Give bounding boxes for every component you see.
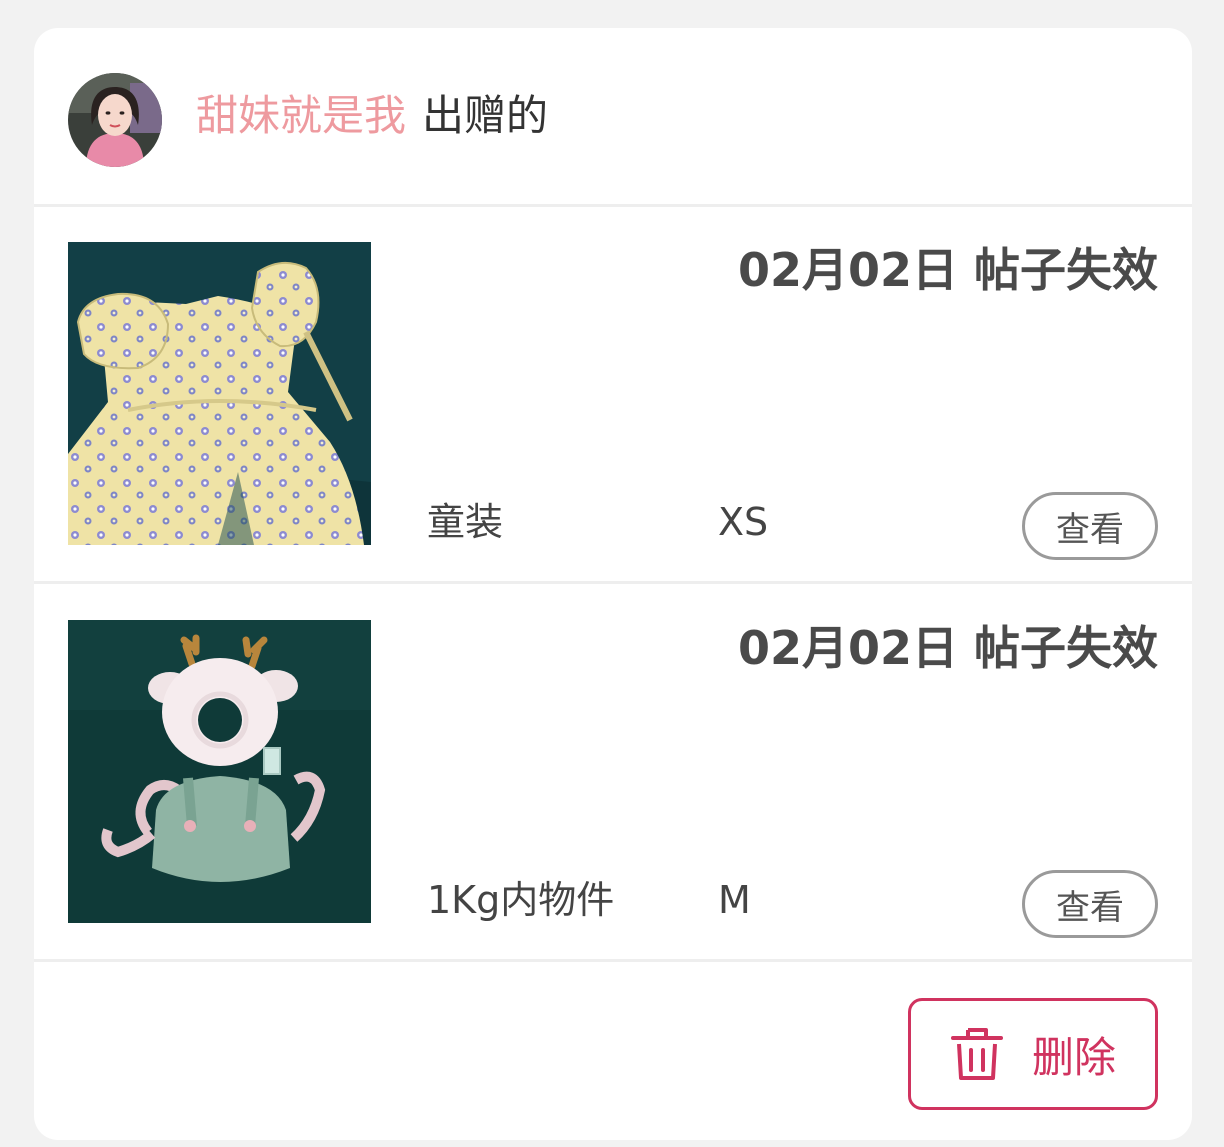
- deer-head-protector-photo-icon: [68, 620, 371, 923]
- item-category: 童装: [427, 500, 504, 544]
- view-button[interactable]: 查看: [1022, 492, 1158, 560]
- item-size: M: [718, 878, 751, 922]
- username-link[interactable]: 甜妹就是我: [196, 91, 406, 140]
- donated-label: 出赠的: [422, 91, 549, 140]
- floral-baby-dress-photo-icon: [68, 242, 371, 545]
- trash-icon: [950, 1028, 1003, 1080]
- donation-header: 甜妹就是我 出赠的: [34, 28, 1192, 206]
- delete-label: 删除: [1031, 1032, 1116, 1082]
- list-item: 02月02日 帖子失效 1Kg内物件 M 查看: [34, 584, 1192, 962]
- header-title: 甜妹就是我 出赠的: [196, 88, 548, 144]
- view-button[interactable]: 查看: [1022, 870, 1158, 938]
- card-footer: 删除: [34, 962, 1192, 1140]
- item-thumbnail[interactable]: [68, 620, 371, 923]
- list-item: 02月02日 帖子失效 童装 XS 查看: [34, 206, 1192, 584]
- delete-button[interactable]: 删除: [908, 998, 1158, 1110]
- item-category: 1Kg内物件: [427, 878, 615, 922]
- item-thumbnail[interactable]: [68, 242, 371, 545]
- donation-card: 甜妹就是我 出赠的 02月02日 帖子失效 童装 XS 查看 02月02日 帖子…: [34, 28, 1192, 1140]
- status-text: 02月02日 帖子失效: [737, 243, 1158, 297]
- item-size: XS: [718, 500, 769, 544]
- avatar-photo-icon: [68, 73, 162, 167]
- status-text: 02月02日 帖子失效: [737, 621, 1158, 675]
- avatar[interactable]: [68, 73, 162, 167]
